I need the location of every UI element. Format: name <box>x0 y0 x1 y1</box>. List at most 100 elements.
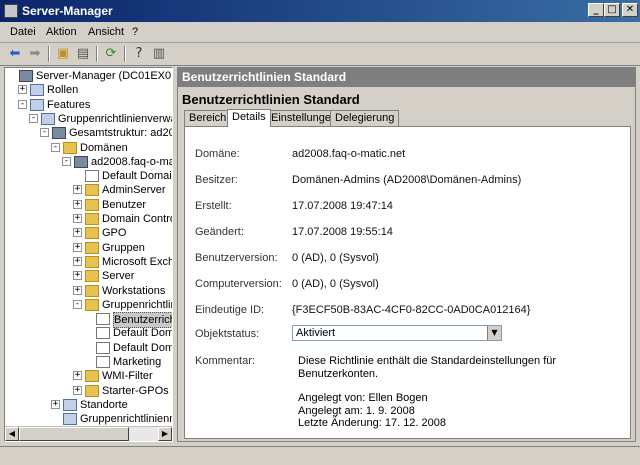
tree-item-label: Domänen <box>80 141 128 154</box>
expand-icon[interactable]: + <box>73 185 82 195</box>
menu-aktion[interactable]: Aktion <box>46 26 77 38</box>
gpo-icon <box>96 341 110 354</box>
collapse-icon[interactable]: - <box>40 128 49 138</box>
features-icon <box>30 98 44 111</box>
tree-item-label: Domain Controllers <box>102 213 172 225</box>
comment-line: Angelegt am: 1. 9. 2008 <box>298 404 415 417</box>
collapse-icon[interactable]: - <box>73 299 82 309</box>
tree-item-label: GPO <box>102 227 127 240</box>
expand-icon[interactable]: + <box>73 228 82 238</box>
tree-item-label: Standorte <box>80 398 128 411</box>
menu-datei[interactable]: Datei <box>10 26 36 38</box>
owner-value: Domänen-Admins (AD2008\Domänen-Admins) <box>292 174 522 186</box>
gpo-icon <box>96 327 110 340</box>
collapse-icon[interactable]: - <box>29 113 38 123</box>
expand-icon[interactable]: + <box>73 199 82 209</box>
expand-icon[interactable]: + <box>73 271 82 281</box>
expand-icon[interactable]: + <box>73 385 82 395</box>
tab-delegierung[interactable]: Delegierung <box>330 110 400 126</box>
maximize-button[interactable]: □ <box>604 3 620 17</box>
show-tree-icon[interactable]: ▤ <box>74 46 92 62</box>
folder-icon <box>85 184 99 197</box>
modified-value: 17.07.2008 19:55:14 <box>292 226 393 238</box>
forest-icon <box>52 127 66 140</box>
tree-item-label: Microsoft Exchange <box>102 255 173 268</box>
expand-icon[interactable]: + <box>73 214 82 223</box>
scroll-left-icon[interactable]: ◀ <box>5 427 19 441</box>
title-bar: Server-Manager _ □ ✕ <box>0 0 640 22</box>
tree-item-label: Gesamtstruktur: ad2008.faq-o-matic.net <box>69 127 172 140</box>
folder-icon <box>85 227 99 240</box>
modified-label: Geändert: <box>195 226 244 238</box>
owner-label: Besitzer: <box>195 174 238 186</box>
window-title: Server-Manager <box>22 4 113 18</box>
tree-item-label: WMI-Filter <box>102 370 153 383</box>
help-icon[interactable]: ? <box>130 46 148 62</box>
status-select[interactable]: Aktiviert ▼ <box>292 325 502 341</box>
created-value: 17.07.2008 19:47:14 <box>292 200 393 212</box>
forward-arrow-icon[interactable]: ➡ <box>26 46 44 62</box>
expand-icon[interactable]: + <box>18 85 27 95</box>
folder-icon <box>85 284 99 297</box>
close-button[interactable]: ✕ <box>622 3 638 17</box>
folder-icon <box>85 255 99 268</box>
comment-line: Angelegt von: Ellen Bogen <box>298 392 428 404</box>
folder-icon <box>85 370 99 383</box>
modeling-icon <box>63 413 77 426</box>
pane-header: Benutzerrichtlinien Standard <box>178 68 635 87</box>
status-select-value: Aktiviert <box>296 327 336 339</box>
collapse-icon[interactable]: - <box>18 99 27 109</box>
details-pane: Benutzerrichtlinien Standard Benutzerric… <box>177 67 636 442</box>
scroll-right-icon[interactable]: ▶ <box>158 427 172 441</box>
comment-line: Letzte Änderung: 17. 12. 2008 <box>298 417 447 429</box>
unique-id-value: {F3ECF50B-83AC-4CF0-82CC-0AD0CA012164} <box>292 304 531 316</box>
back-arrow-icon[interactable]: ⬅ <box>6 46 24 62</box>
created-label: Erstellt: <box>195 200 232 212</box>
tree-item-label: Workstations <box>102 284 166 297</box>
tree-item-label: Default Domain Policy <box>113 341 173 354</box>
scroll-thumb[interactable] <box>19 427 129 441</box>
minimize-button[interactable]: _ <box>588 3 604 17</box>
tree-item-label: Default Domain Policy <box>102 170 172 183</box>
expand-icon[interactable]: + <box>73 256 82 266</box>
folder-icon <box>63 141 77 154</box>
expand-icon[interactable]: + <box>51 399 60 409</box>
dropdown-arrow-icon[interactable]: ▼ <box>487 326 501 340</box>
computer-version-value: 0 (AD), 0 (Sysvol) <box>292 278 379 290</box>
folder-icon <box>85 384 99 397</box>
up-folder-icon[interactable]: ▣ <box>54 46 72 62</box>
toolbar-separator <box>96 46 98 62</box>
unique-id-label: Eindeutige ID: <box>195 304 265 316</box>
toolbar-separator <box>48 46 50 62</box>
folder-icon <box>85 198 99 211</box>
tree-item-label: Starter-GPOs <box>102 384 169 397</box>
status-label: Objektstatus: <box>195 328 260 340</box>
tree-item-label: Rollen <box>47 84 79 97</box>
navigation-tree[interactable]: Server-Manager (DC01EX01-2008)+Rollen-Fe… <box>4 67 173 442</box>
details-panel: Domäne: ad2008.faq-o-matic.net Besitzer:… <box>184 126 631 439</box>
menu-ansicht[interactable]: Ansicht <box>88 26 124 38</box>
roles-icon <box>30 84 44 97</box>
tree-item-label: Features <box>47 98 91 111</box>
tab-details[interactable]: Details <box>227 109 271 127</box>
comment-text: Diese Richtlinie enthält die Standardein… <box>298 355 630 430</box>
tab-bereich[interactable]: Bereich <box>184 110 232 126</box>
expand-icon[interactable]: + <box>73 242 82 252</box>
properties-icon[interactable]: ▥ <box>150 46 168 62</box>
sites-icon <box>63 398 77 411</box>
tree-item-label: Marketing <box>113 356 162 368</box>
expand-icon[interactable]: + <box>73 285 82 295</box>
tree-item-label: Benutzer <box>102 198 147 211</box>
toolbar-separator <box>124 46 126 62</box>
tree-item-label: Gruppenrichtlinienobjekte <box>102 298 172 311</box>
expand-icon[interactable]: + <box>73 371 82 381</box>
refresh-icon[interactable]: ⟳ <box>102 46 120 62</box>
collapse-icon[interactable]: - <box>62 156 71 166</box>
menu-help[interactable]: ? <box>132 26 138 38</box>
gpo-icon <box>96 313 110 326</box>
tree-item-label: ad2008.faq-o-matic.net <box>91 155 172 168</box>
horizontal-scrollbar[interactable]: ◀ ▶ <box>5 426 172 441</box>
status-bar <box>0 446 640 465</box>
toolbar: ⬅ ➡ ▣ ▤ ⟳ ? ▥ <box>0 43 640 66</box>
collapse-icon[interactable]: - <box>51 142 60 152</box>
